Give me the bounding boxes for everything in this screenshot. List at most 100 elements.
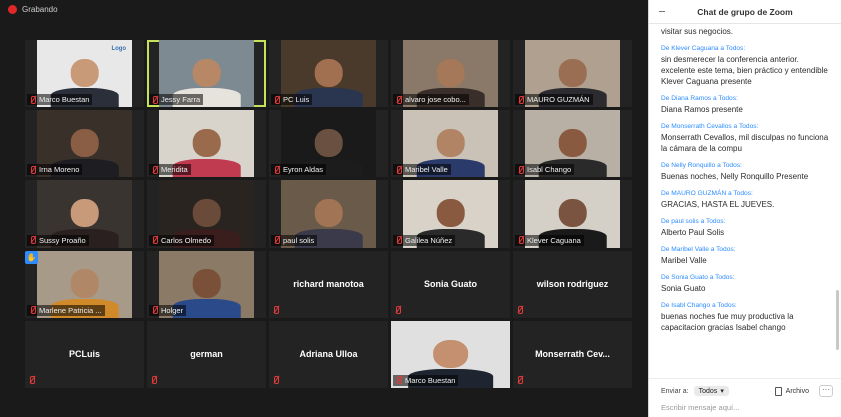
participant-name-label: Marco Buestan xyxy=(393,374,459,386)
participant-tile[interactable]: PCLuis xyxy=(25,320,144,388)
participant-tile[interactable]: Monserrath Cev... xyxy=(513,320,632,388)
mic-muted-icon xyxy=(151,375,157,384)
participant-tile[interactable]: paul solis xyxy=(269,180,388,248)
participant-name: Galilea Núñez xyxy=(405,235,453,245)
chat-message-text: Sonia Guato xyxy=(661,284,706,293)
chat-scrollbar[interactable] xyxy=(836,290,839,350)
participant-head xyxy=(192,58,221,88)
participant-tile[interactable]: MAURO GUZMÁN xyxy=(513,40,632,108)
chat-message-sender: De Diana Ramos a Todos: xyxy=(661,95,738,102)
mic-muted-icon xyxy=(274,95,280,104)
participant-tile[interactable]: Marlene Patricia ... ✋ xyxy=(25,250,144,318)
participant-name-label: Irna Moreno xyxy=(27,164,83,176)
mic-muted-icon xyxy=(396,376,402,385)
participant-tile[interactable]: wilson rodriguez xyxy=(513,250,632,318)
chat-message-sender: De Sonia Guato a Todos: xyxy=(661,274,735,281)
participant-tile[interactable]: german xyxy=(147,320,266,388)
send-to-label: Enviar a: xyxy=(661,387,689,395)
minimize-icon[interactable] xyxy=(659,11,665,12)
chat-message: De Diana Ramos a Todos: Diana Ramos prese… xyxy=(661,94,831,115)
chat-footer: Enviar a: Todos ▾ Archivo ··· Escribir m… xyxy=(649,378,841,417)
participant-tile[interactable]: richard manotoa xyxy=(269,250,388,318)
chat-message: De Sonia Guato a Todos: Sonia Guato xyxy=(661,273,831,294)
mic-muted-icon xyxy=(273,305,279,314)
participant-head xyxy=(436,199,465,228)
participant-tile[interactable]: Isabl Chango xyxy=(513,110,632,178)
chat-message-input[interactable]: Escribir mensaje aquí... xyxy=(661,401,833,414)
participant-tile[interactable]: Carlos Olmedo xyxy=(147,180,266,248)
chat-message-list[interactable]: visitar sus negocios. De Klever Caguana a… xyxy=(661,26,831,378)
participant-tile[interactable]: alvaro jose cobo... xyxy=(391,40,510,108)
chat-message-text: GRACIAS, HASTA EL JUEVES. xyxy=(661,200,775,209)
mic-muted-icon xyxy=(518,165,524,174)
participant-tile[interactable]: Eyron Aldas xyxy=(269,110,388,178)
participant-name: Maribel Valle xyxy=(405,165,448,175)
participant-tile[interactable]: Galilea Núñez xyxy=(391,180,510,248)
mic-muted-icon xyxy=(30,236,36,245)
participant-head xyxy=(436,58,465,88)
participant-tile[interactable]: Sonia Guato xyxy=(391,250,510,318)
participant-name: MAURO GUZMÁN xyxy=(527,95,590,105)
participant-grid: Logo Marco Buestan Jessy Farra PC Luis alvar… xyxy=(25,40,632,388)
mic-muted-icon xyxy=(396,95,402,104)
chat-message-text: visitar sus negocios. xyxy=(661,27,734,36)
mic-muted-icon xyxy=(274,165,280,174)
participant-tile[interactable]: Logo Marco Buestan xyxy=(25,40,144,108)
chat-title: Chat de grupo de Zoom xyxy=(697,6,793,17)
participant-name: richard manotoa xyxy=(293,279,364,290)
participant-tile[interactable]: Adriana Ulloa xyxy=(269,320,388,388)
participant-head xyxy=(558,58,587,88)
mic-muted-icon xyxy=(30,165,36,174)
send-options-row: Enviar a: Todos ▾ Archivo ··· xyxy=(661,384,833,398)
participant-head xyxy=(314,129,343,158)
participant-name: Irna Moreno xyxy=(39,165,80,175)
chat-message: visitar sus negocios. xyxy=(661,26,831,37)
send-to-dropdown[interactable]: Todos ▾ xyxy=(693,386,729,396)
chat-message: De MAURO GUZMÁN a Todos: GRACIAS, HASTA E… xyxy=(661,189,831,210)
participant-name-label: Maribel Valle xyxy=(393,164,451,176)
participant-name-label: alvaro jose cobo... xyxy=(393,94,469,106)
chat-message: De Klever Caguana a Todos: sin desmerecer… xyxy=(661,44,831,87)
mic-muted-icon xyxy=(152,165,158,174)
participant-name-label: Eyron Aldas xyxy=(271,164,327,176)
mic-muted-icon xyxy=(29,375,35,384)
chat-message-sender: De paul solis a Todos: xyxy=(661,218,726,225)
participant-tile[interactable]: Maribel Valle xyxy=(391,110,510,178)
mic-muted-icon xyxy=(517,375,523,384)
participant-name: PC Luis xyxy=(283,95,310,105)
file-button[interactable]: Archivo xyxy=(774,386,809,396)
mic-muted-icon xyxy=(274,236,280,245)
participant-tile[interactable]: PC Luis xyxy=(269,40,388,108)
chat-message-sender: De Klever Caguana a Todos: xyxy=(661,45,746,52)
background-logo: Logo xyxy=(111,46,127,52)
mic-muted-icon xyxy=(152,236,158,245)
participant-name: Monserrath Cev... xyxy=(535,349,610,360)
participant-head xyxy=(70,199,99,228)
chat-message: De paul solis a Todos: Alberto Paul Solis xyxy=(661,217,831,238)
participant-tile[interactable]: Sussy Proaño xyxy=(25,180,144,248)
participant-name: Sussy Proaño xyxy=(39,235,86,245)
participant-tile[interactable]: Holger xyxy=(147,250,266,318)
participant-name: Isabl Chango xyxy=(527,165,572,175)
participant-tile[interactable]: Klever Caguana xyxy=(513,180,632,248)
participant-head xyxy=(436,129,465,158)
participant-head xyxy=(314,58,343,88)
chat-message-text: buenas noches fue muy productiva la capa… xyxy=(661,312,794,332)
participant-name-label: Meridita xyxy=(149,164,191,176)
chat-message-text: Maribel Valle xyxy=(661,256,707,265)
recording-indicator[interactable]: Grabando xyxy=(8,5,58,14)
chat-message: De Maribel Valle a Todos: Maribel Valle xyxy=(661,245,831,266)
send-to-value: Todos xyxy=(698,387,718,395)
more-options-button[interactable]: ··· xyxy=(819,385,833,397)
participant-tile[interactable]: Meridita xyxy=(147,110,266,178)
mic-muted-icon xyxy=(273,375,279,384)
participant-head xyxy=(70,269,99,298)
participant-tile[interactable]: Jessy Farra xyxy=(147,40,266,108)
participant-name-label: Galilea Núñez xyxy=(393,234,456,246)
participant-name-label: Jessy Farra xyxy=(149,94,204,106)
participant-tile[interactable]: Marco Buestan xyxy=(391,320,510,388)
chat-message-sender: De Maribel Valle a Todos: xyxy=(661,246,736,253)
participant-name-label: PC Luis xyxy=(271,94,313,106)
chat-message: De Monserrath Cevallos a Todos: Monserrat… xyxy=(661,122,831,154)
participant-tile[interactable]: Irna Moreno xyxy=(25,110,144,178)
